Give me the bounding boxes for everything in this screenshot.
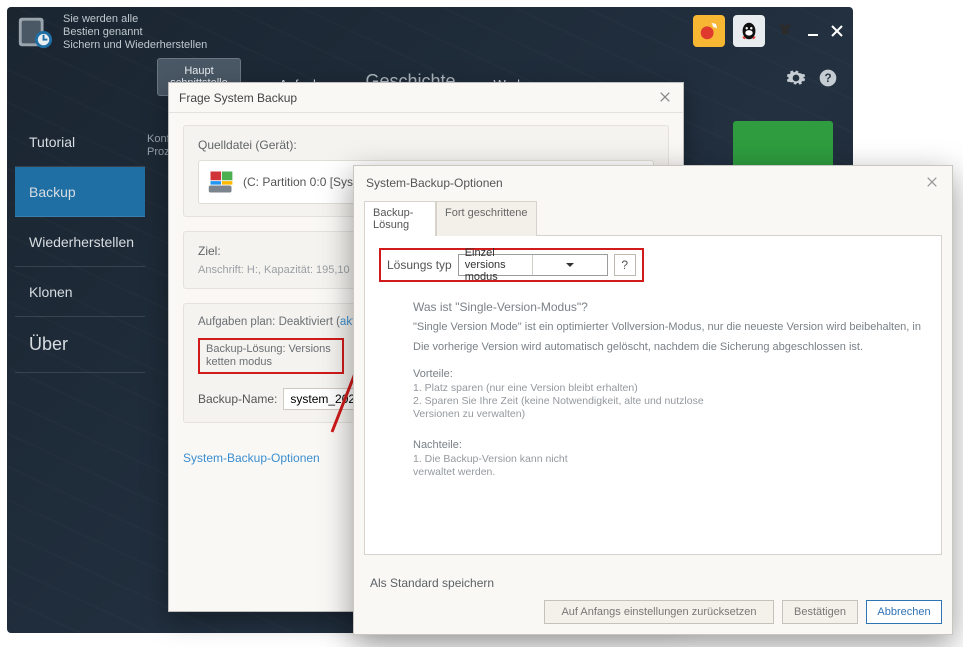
dialog2-title-text: System-Backup-Optionen — [366, 176, 503, 190]
backup-name-label: Backup-Name: — [198, 392, 277, 406]
dialog-backup-options: System-Backup-Optionen Backup-Lösung For… — [353, 165, 953, 635]
dialog1-close-icon[interactable] — [659, 91, 673, 105]
dialog2-tabs: Backup-Lösung Fort geschrittene — [354, 200, 952, 235]
solution-type-value: Einzel versions modus — [459, 247, 533, 283]
app-title-line1: Sie werden alle — [63, 13, 207, 26]
source-label: Quelldatei (Gerät): — [198, 138, 297, 152]
svg-text:?: ? — [824, 72, 831, 85]
disadvantages-heading: Nachteile: — [413, 439, 927, 451]
sidebar-item-clone[interactable]: Klonen — [15, 267, 145, 317]
weibo-tray-icon[interactable] — [693, 15, 725, 47]
dialog1-titlebar: Frage System Backup — [169, 83, 683, 113]
app-title-block: Sie werden alle Bestien genannt Sichern … — [63, 13, 207, 52]
titlebar: Sie werden alle Bestien genannt Sichern … — [7, 7, 853, 57]
qq-tray-icon[interactable] — [733, 15, 765, 47]
disadvantage-1: 1. Die Backup-Version kann nicht verwalt… — [413, 453, 593, 479]
dialog2-footer: Als Standard speichern Auf Anfangs einst… — [354, 570, 952, 634]
reset-defaults-button[interactable]: Auf Anfangs einstellungen zurücksetzen — [544, 600, 774, 624]
gear-icon[interactable] — [785, 67, 807, 89]
advantage-1: 1. Platz sparen (nur eine Version bleibt… — [413, 382, 653, 395]
dialog2-content: Lösungs typ Einzel versions modus ? Was … — [364, 235, 942, 555]
solution-type-combo[interactable]: Einzel versions modus — [458, 254, 608, 276]
info-p1: "Single Version Mode" ist ein optimierte… — [413, 320, 927, 334]
sidebar: Tutorial Backup Wiederherstellen Klonen … — [15, 117, 145, 373]
task-plan-prefix: Aufgaben plan: Deaktiviert ( — [198, 316, 340, 328]
solution-type-highlight: Lösungs typ Einzel versions modus ? — [379, 248, 644, 282]
system-backup-options-link[interactable]: System-Backup-Optionen — [183, 451, 333, 465]
confirm-button[interactable]: Bestätigen — [782, 600, 858, 624]
top-right-icons: ? — [785, 67, 839, 89]
dialog2-titlebar: System-Backup-Optionen — [354, 166, 952, 200]
chevron-down-icon — [532, 255, 607, 275]
tab-backup-solution[interactable]: Backup-Lösung — [364, 201, 436, 236]
sidebar-item-about[interactable]: Über — [15, 317, 145, 373]
sidebar-item-restore[interactable]: Wiederherstellen — [15, 217, 145, 267]
info-p2: Die vorherige Version wird automatisch g… — [413, 340, 927, 354]
windows-drive-icon — [207, 168, 235, 196]
sidebar-item-tutorial[interactable]: Tutorial — [15, 117, 145, 167]
backup-scheme-highlight[interactable]: Backup-Lösung: Versions ketten modus — [198, 338, 344, 374]
dialog1-title-text: Frage System Backup — [179, 91, 297, 105]
dialog2-close-icon[interactable] — [926, 176, 940, 190]
tab-advanced[interactable]: Fort geschrittene — [436, 201, 537, 236]
solution-type-label: Lösungs typ — [387, 258, 452, 272]
advantage-2: 2. Sparen Sie Ihre Zeit (keine Notwendig… — [413, 395, 713, 421]
app-subtitle: Sichern und Wiederherstellen — [63, 39, 207, 52]
tshirt-icon[interactable] — [777, 21, 793, 42]
close-button[interactable] — [829, 23, 845, 39]
app-logo — [15, 12, 55, 52]
app-title-line2: Bestien genannt — [63, 26, 207, 39]
help-icon[interactable]: ? — [817, 67, 839, 89]
save-as-default-link[interactable]: Als Standard speichern — [370, 576, 942, 590]
minimize-button[interactable] — [805, 23, 821, 39]
window-tray — [693, 15, 845, 47]
advantages-heading: Vorteile: — [413, 368, 927, 380]
help-button[interactable]: ? — [614, 254, 636, 276]
cancel-button[interactable]: Abbrechen — [866, 600, 942, 624]
sidebar-item-backup[interactable]: Backup — [15, 167, 145, 217]
info-heading: Was ist "Single-Version-Modus"? — [413, 300, 927, 314]
